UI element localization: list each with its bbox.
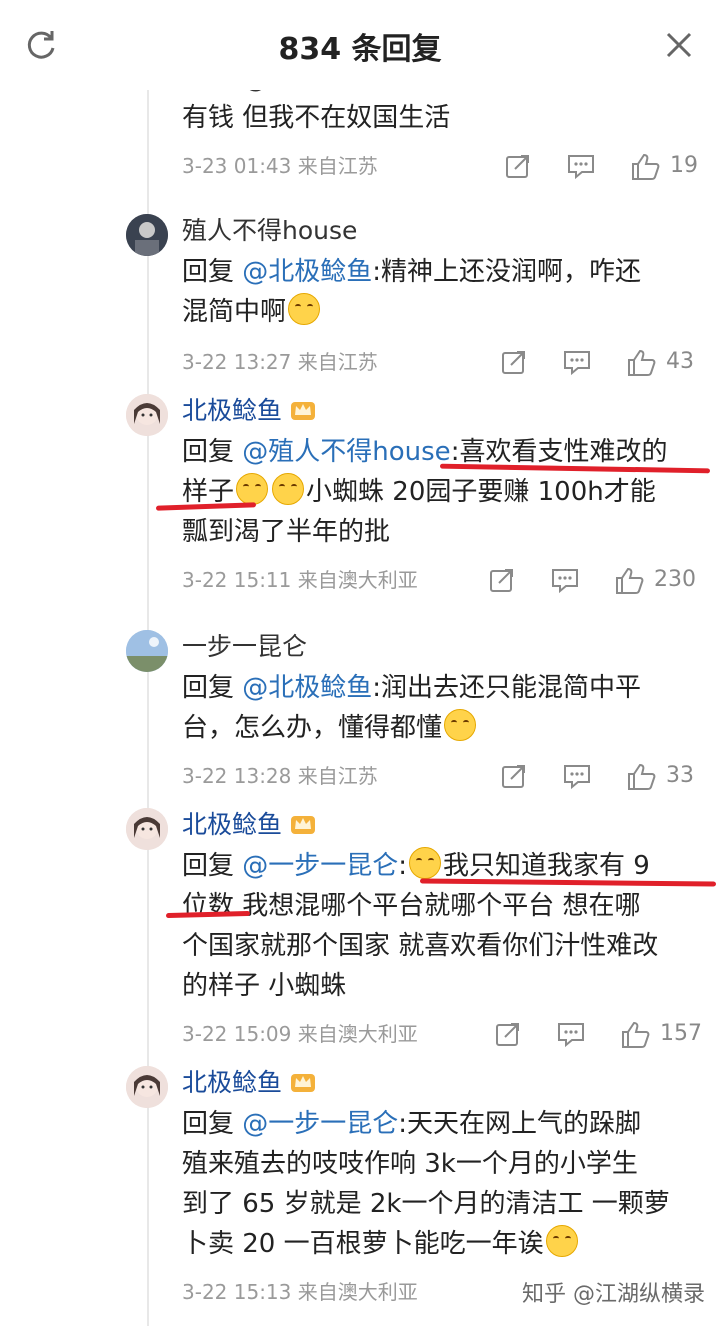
mention-link[interactable]: @北极鲶鱼 (242, 673, 372, 703)
comment-text-line: 个国家就那个国家 就喜欢看你们汁性难改 (182, 931, 659, 961)
share-icon[interactable] (500, 762, 528, 790)
comment-text-line: :喜欢看支性难改的 (450, 437, 668, 467)
thumbs-up-icon[interactable] (620, 1020, 650, 1050)
avatar[interactable] (126, 1066, 168, 1108)
header-bar: 834 条回复 (0, 0, 720, 90)
laughing-emoji-icon (409, 847, 442, 879)
laughing-emoji-icon (236, 473, 269, 505)
comment-time: 3-22 13:27 来自江苏 (182, 350, 378, 374)
laughing-emoji-icon (444, 709, 477, 741)
thread-line (147, 90, 149, 1326)
comment-icon[interactable] (566, 152, 596, 180)
mention-link[interactable]: @北极鲶鱼 (242, 257, 372, 287)
comment-time: 3-22 15:11 来自澳大利亚 (182, 568, 418, 592)
comment-meta: 3-22 13:28 来自江苏 33 (182, 758, 712, 794)
avatar[interactable] (126, 214, 168, 256)
comment-time: 3-23 01:43 来自江苏 (182, 154, 378, 178)
comment-text: 回复 @一步一昆仑: 我只知道我家有 9 位数 我想混哪个平台就哪个平台 想在哪 … (182, 846, 702, 1006)
thumbs-up-icon[interactable] (626, 348, 656, 378)
username[interactable]: 北极鲶鱼 (182, 394, 316, 428)
watermark: 知乎 @江湖纵横录 (522, 1282, 705, 1307)
avatar[interactable] (126, 394, 168, 436)
comment-text-line: 殖来殖去的吱吱作响 3k一个月的小学生 (182, 1149, 638, 1179)
thumbs-up-icon[interactable] (626, 762, 656, 792)
username[interactable]: 殖人不得house (182, 214, 357, 248)
reply-prefix: 回复 (182, 1109, 243, 1139)
comment-text-line: 台，怎么办，懂得都懂 (182, 713, 443, 743)
thumbs-up-icon[interactable] (614, 566, 644, 596)
share-icon[interactable] (488, 566, 516, 594)
comment-text-line: 到了 65 岁就是 2k一个月的清洁工 一颗萝 (182, 1189, 670, 1219)
reply-prefix: 回复 (182, 257, 243, 287)
like-count: 157 (660, 1021, 702, 1046)
crown-badge-icon (290, 399, 316, 421)
comment-time: 3-22 15:13 来自澳大利亚 (182, 1280, 418, 1304)
crown-badge-icon (290, 1071, 316, 1093)
comment-meta: 3-22 15:09 来自澳大利亚 157 (182, 1016, 712, 1052)
laughing-emoji-icon (272, 473, 305, 505)
comment-text: 回复 @殖人不得house:喜欢看支性难改的 样子 小蜘蛛 20园子要赚 100h… (182, 432, 702, 552)
comment-text: 有钱 但我不在奴国生活 (182, 103, 451, 133)
page-title: 834 条回复 (278, 32, 442, 67)
laughing-emoji-icon (545, 1225, 578, 1257)
avatar[interactable] (126, 630, 168, 672)
thumbs-up-icon[interactable] (630, 152, 660, 182)
laughing-emoji-icon (288, 293, 321, 325)
like-count: 19 (670, 153, 698, 178)
close-icon[interactable] (664, 30, 694, 60)
comment-meta: 3-23 01:43 来自江苏 19 (182, 148, 712, 184)
username[interactable]: 一步一昆仑 (182, 630, 307, 664)
comment-time: 3-22 13:28 来自江苏 (182, 764, 378, 788)
comment-text-line: :天天在网上气的跺脚 (398, 1109, 642, 1139)
comment-meta: 3-22 15:11 来自澳大利亚 230 (182, 562, 712, 598)
mention-link[interactable]: @殖人不得house (242, 437, 450, 467)
comment-icon[interactable] (562, 348, 592, 376)
share-icon[interactable] (504, 152, 532, 180)
like-count: 33 (666, 763, 694, 788)
crown-badge-icon (290, 813, 316, 835)
comment-text-line: 位数 我想混哪个平台就哪个平台 想在哪 (182, 891, 641, 921)
comment-text-line: 的样子 小蜘蛛 (182, 971, 347, 1001)
reply-prefix: 回复 (182, 851, 243, 881)
mention-link[interactable]: @一步一昆仑 (242, 851, 398, 881)
comment-text-line: 瓢到渴了半年的批 (182, 517, 391, 547)
comment-text-line: 混简中啊 (182, 297, 287, 327)
comment-icon[interactable] (562, 762, 592, 790)
comment-text-line: 我只知道我家有 9 (443, 851, 650, 881)
comment-text-line: 卜卖 20 一百根萝卜能吃一年诶 (182, 1229, 544, 1259)
like-count: 230 (654, 567, 696, 592)
reply-prefix: 回复 (182, 437, 243, 467)
comment-time: 3-22 15:09 来自澳大利亚 (182, 1022, 418, 1046)
comment-text-line: 小蜘蛛 20园子要赚 100h才能 (306, 477, 656, 507)
username[interactable]: 北极鲶鱼 (182, 808, 316, 842)
comment-text: 回复 @一步一昆仑:天天在网上气的跺脚 殖来殖去的吱吱作响 3k一个月的小学生 … (182, 1104, 702, 1264)
comment-text: 回复 @北极鲶鱼:润出去还只能混简中平 台，怎么办，懂得都懂 (182, 668, 702, 748)
comment-icon[interactable] (550, 566, 580, 594)
comment-icon[interactable] (556, 1020, 586, 1048)
share-icon[interactable] (500, 348, 528, 376)
username[interactable]: 北极鲶鱼 (182, 1066, 316, 1100)
comment-text-line: :润出去还只能混简中平 (372, 673, 642, 703)
comment-meta: 3-22 13:27 来自江苏 43 (182, 344, 712, 380)
avatar[interactable] (126, 808, 168, 850)
reply-prefix: 回复 (182, 673, 243, 703)
like-count: 43 (666, 349, 694, 374)
mention-link[interactable]: @一步一昆仑 (242, 1109, 398, 1139)
share-icon[interactable] (494, 1020, 522, 1048)
comment-text-line: :精神上还没润啊，咋还 (372, 257, 642, 287)
comment-text: 回复 @北极鲶鱼:精神上还没润啊，咋还 混简中啊 (182, 252, 702, 332)
